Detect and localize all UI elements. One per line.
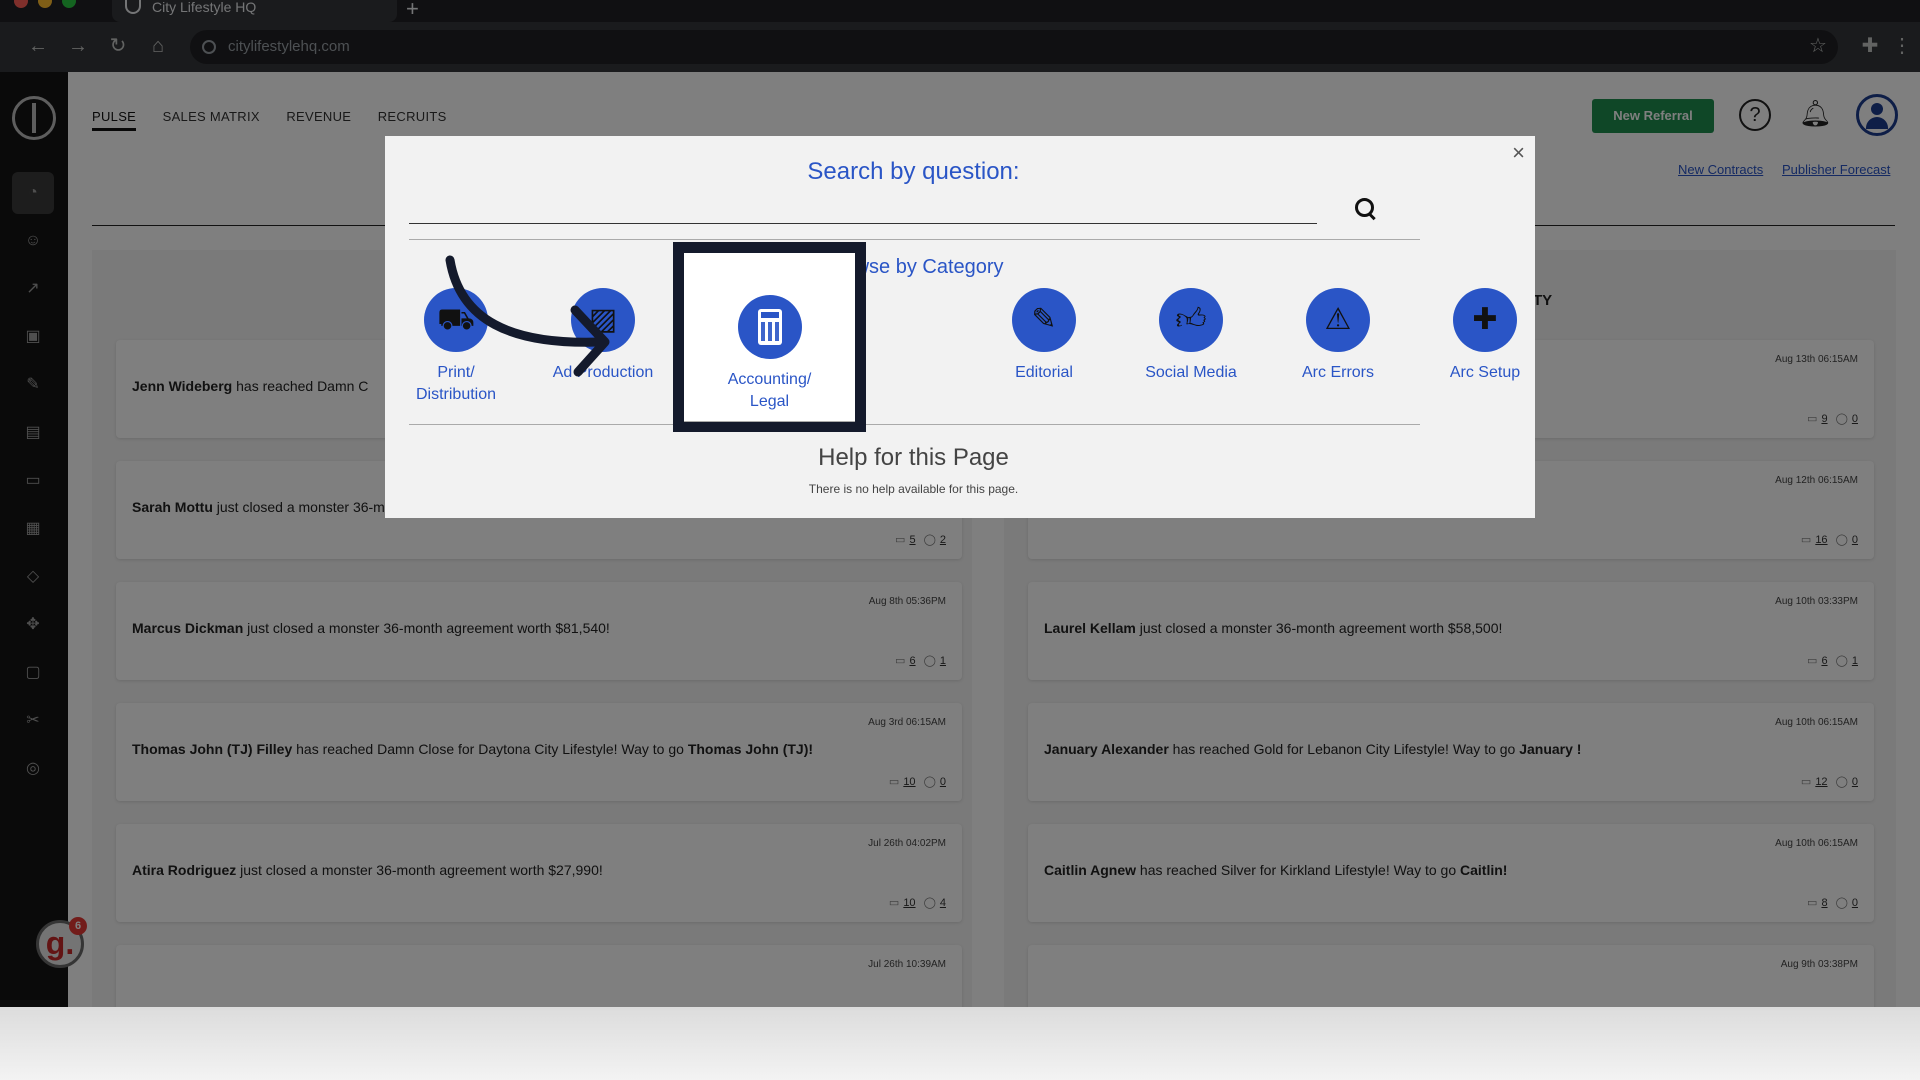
thumbs-up-icon: 👍︎ [1159,288,1223,352]
category-label: Social Media [1145,364,1237,381]
category-label: Arc Setup [1449,364,1521,381]
bottom-page-area [0,1007,1920,1080]
question-search-input[interactable] [409,191,1317,221]
category-label: Accounting/ [727,371,812,388]
calculator-icon [737,295,802,359]
warning-icon: ⚠ [1306,288,1370,352]
highlighted-category-accounting-legal[interactable]: Accounting/ Legal [673,242,866,432]
close-icon[interactable]: × [1512,140,1525,166]
category-accounting-legal[interactable]: Accounting/ Legal [684,295,855,413]
category-arc-errors[interactable]: ⚠ Arc Errors [1273,288,1403,384]
category-label: Legal [749,393,790,410]
search-icon[interactable] [1355,198,1375,218]
category-social-media[interactable]: 👍︎ Social Media [1126,288,1256,384]
search-divider [409,239,1420,240]
category-divider [409,424,1420,425]
add-user-icon: ✚ [1453,288,1517,352]
pointer-arrow-icon [445,255,610,377]
help-text: There is no help available for this page… [808,482,1019,496]
category-arc-setup[interactable]: ✚ Arc Setup [1420,288,1550,384]
category-label: Editorial [1015,364,1073,381]
search-underline [409,223,1317,224]
category-divider [684,421,855,422]
pencil-icon: ✎ [1012,288,1076,352]
modal-title: Search by question: [807,158,1020,185]
category-label: Arc Errors [1302,364,1374,381]
category-editorial[interactable]: ✎ Editorial [979,288,1109,384]
help-title: Help for this Page [818,444,1009,471]
